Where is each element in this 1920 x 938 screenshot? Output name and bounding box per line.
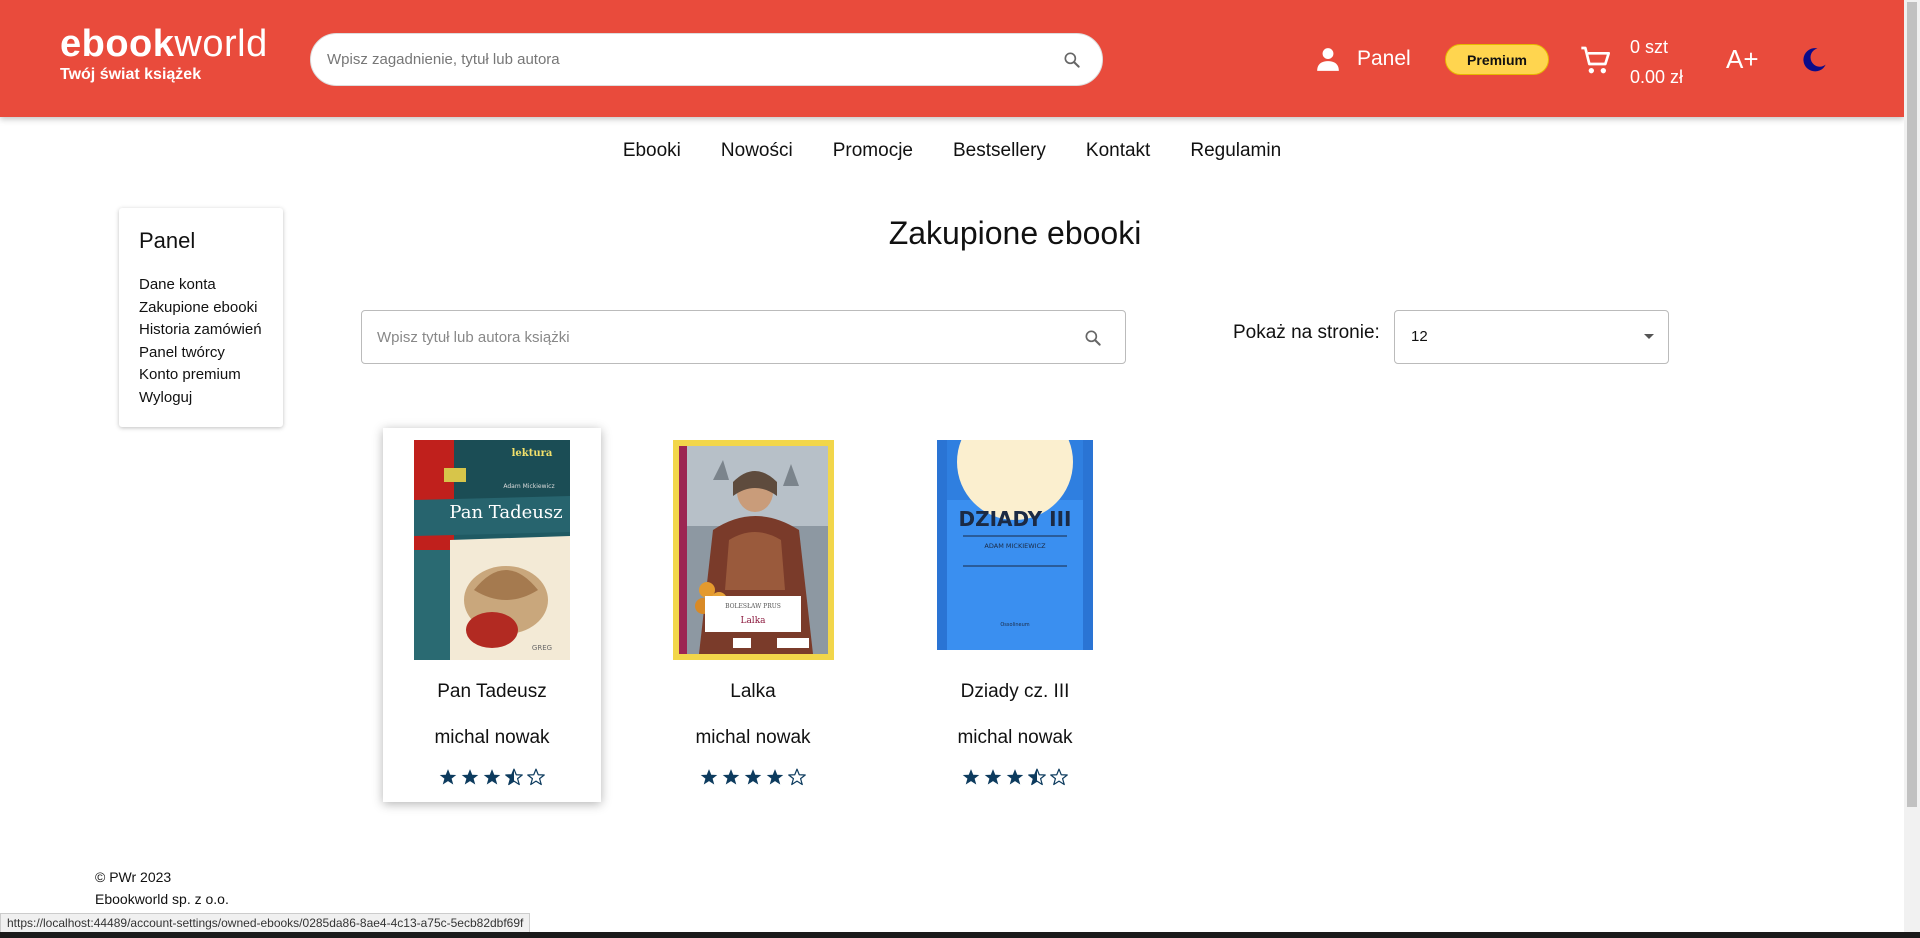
book-card-pan-tadeusz[interactable]: lektura Adam Mickiewicz Pan Tadeusz GREG… (383, 428, 601, 802)
cover-author: BOLESŁAW PRUS (725, 603, 781, 610)
header-search (310, 33, 1103, 86)
rating-stars (383, 768, 601, 786)
panel-label: Panel (1357, 47, 1411, 70)
star-empty-icon (1050, 768, 1068, 786)
star-full-icon (744, 769, 762, 785)
cover-art-dziady: DZIADY III ADAM MICKIEWICZ Ossolineum (937, 440, 1093, 660)
main-nav: Ebooki Nowości Promocje Bestsellery Kont… (0, 138, 1904, 164)
per-page-select[interactable]: 12 (1394, 310, 1669, 364)
star-empty-icon (527, 768, 545, 786)
account-sidebar: Panel Dane konta Zakupione ebooki Histor… (119, 208, 283, 427)
premium-button[interactable]: Premium (1445, 44, 1549, 75)
cover-publisher: Ossolineum (1000, 622, 1029, 628)
cover-publisher: GREG (532, 644, 552, 652)
sidebar-item-premium-account[interactable]: Konto premium (139, 364, 283, 387)
per-page-value: 12 (1411, 328, 1428, 345)
cart-total: 0.00 zł (1630, 67, 1684, 87)
footer: © PWr 2023 Ebookworld sp. z o.o. (95, 866, 229, 910)
star-full-icon (700, 769, 718, 785)
footer-copyright: © PWr 2023 (95, 869, 172, 885)
star-half-icon (505, 768, 523, 786)
cart-icon[interactable] (1580, 44, 1612, 76)
star-full-icon (722, 769, 740, 785)
top-header: ebookworld Twój świat książek Panel Prem… (0, 0, 1904, 117)
book-search (361, 310, 1126, 364)
status-bar-url: https://localhost:44489/account-settings… (0, 913, 531, 933)
sidebar-title: Panel (139, 228, 196, 253)
book-cover-pan-tadeusz[interactable]: lektura Adam Mickiewicz Pan Tadeusz GREG (414, 440, 570, 660)
star-full-icon (766, 769, 784, 785)
cart-summary[interactable]: 0 szt 0.00 zł (1630, 32, 1683, 92)
sidebar-item-order-history[interactable]: Historia zamówień (139, 319, 283, 342)
star-full-icon (962, 769, 980, 785)
panel-link[interactable]: Panel (1315, 44, 1411, 74)
cover-art-lalka: BOLESŁAW PRUS Lalka (673, 440, 834, 660)
rating-stars (906, 768, 1124, 786)
book-title[interactable]: Lalka (644, 680, 862, 704)
sidebar-item-purchased-ebooks[interactable]: Zakupione ebooki (139, 297, 283, 320)
nav-ebooki[interactable]: Ebooki (603, 138, 701, 164)
user-icon (1317, 48, 1339, 71)
header-search-input[interactable] (325, 34, 1025, 85)
scrollbar-thumb[interactable] (1907, 2, 1917, 807)
nav-promocje[interactable]: Promocje (813, 138, 933, 164)
font-size-button[interactable]: A+ (1726, 44, 1759, 74)
star-full-icon (1006, 769, 1024, 785)
cover-author: Adam Mickiewicz (503, 483, 554, 490)
cover-author: ADAM MICKIEWICZ (984, 542, 1046, 550)
star-empty-icon (788, 768, 806, 786)
sidebar-item-creator-panel[interactable]: Panel twórcy (139, 342, 283, 365)
os-taskbar (0, 932, 1920, 938)
nav-bestsellery[interactable]: Bestsellery (933, 138, 1066, 164)
search-icon[interactable] (1062, 50, 1082, 70)
cover-title: DZIADY III (959, 507, 1072, 531)
book-author: michal nowak (695, 727, 811, 748)
nav-nowosci[interactable]: Nowości (701, 138, 813, 164)
book-search-input[interactable] (375, 311, 1065, 363)
sidebar-item-account-data[interactable]: Dane konta (139, 274, 283, 297)
cover-badge: lektura (512, 448, 553, 459)
page-title: Zakupione ebooki (888, 215, 1142, 251)
search-icon[interactable] (1083, 328, 1103, 348)
cover-title: Lalka (740, 616, 766, 626)
dark-mode-moon-icon[interactable] (1800, 46, 1828, 74)
star-full-icon (439, 769, 457, 785)
book-cover-lalka[interactable]: BOLESŁAW PRUS Lalka (673, 440, 834, 660)
logo-tagline: Twój świat książek (60, 66, 202, 83)
logo-bold: ebook (60, 23, 175, 65)
book-card-dziady[interactable]: DZIADY III ADAM MICKIEWICZ Ossolineum Dz… (906, 428, 1124, 802)
nav-regulamin[interactable]: Regulamin (1170, 138, 1301, 164)
sidebar-item-logout[interactable]: Wyloguj (139, 387, 283, 410)
nav-kontakt[interactable]: Kontakt (1066, 138, 1170, 164)
cover-title: Pan Tadeusz (449, 502, 562, 523)
cover-art-pan-tadeusz: lektura Adam Mickiewicz Pan Tadeusz GREG (414, 440, 570, 660)
logo-light: world (174, 23, 268, 65)
book-title[interactable]: Pan Tadeusz (383, 680, 601, 704)
book-title[interactable]: Dziady cz. III (906, 680, 1124, 704)
star-full-icon (984, 769, 1002, 785)
chevron-down-icon (1644, 334, 1654, 339)
rating-stars (644, 768, 862, 786)
book-author: michal nowak (434, 727, 550, 748)
logo-text: ebookworld (60, 24, 268, 64)
star-full-icon (483, 769, 501, 785)
book-cover-dziady[interactable]: DZIADY III ADAM MICKIEWICZ Ossolineum (937, 440, 1093, 660)
page-scrollbar[interactable] (1904, 0, 1920, 932)
star-full-icon (461, 769, 479, 785)
per-page-label: Pokaż na stronie: (1233, 322, 1380, 343)
book-card-lalka[interactable]: BOLESŁAW PRUS Lalka Lalka michal nowak (644, 428, 862, 802)
footer-company: Ebookworld sp. z o.o. (95, 891, 229, 907)
cart-count: 0 szt (1630, 37, 1669, 57)
book-author: michal nowak (957, 727, 1073, 748)
logo[interactable]: ebookworld Twój świat książek (60, 24, 268, 84)
star-half-icon (1028, 768, 1046, 786)
